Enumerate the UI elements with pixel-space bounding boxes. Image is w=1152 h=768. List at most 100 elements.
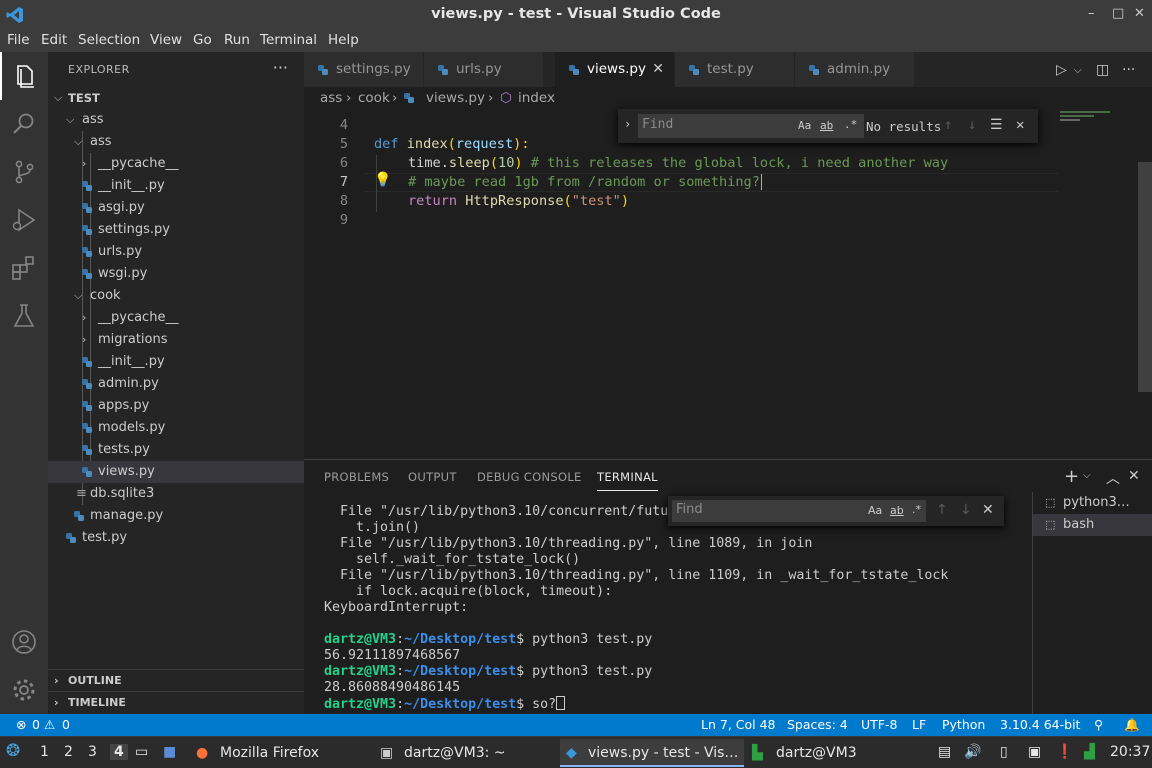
folder-root[interactable]: ⌵ TEST	[48, 87, 304, 109]
clock[interactable]: 20:37	[1110, 744, 1150, 760]
breadcrumb-file[interactable]: views.py	[426, 90, 485, 106]
close-find-icon[interactable]: ✕	[1016, 117, 1024, 133]
tree-folder-pycache[interactable]: › __pycache__	[48, 307, 304, 329]
workspace-2[interactable]: 2	[64, 744, 73, 760]
python-interpreter[interactable]: 3.10.4 64-bit	[1000, 717, 1080, 732]
menu-run[interactable]: Run	[224, 32, 250, 48]
arrow-down-icon[interactable]: ↓	[960, 502, 972, 518]
start-menu-icon[interactable]: ❂	[6, 741, 20, 761]
cpu-graph-icon[interactable]: ▟	[1084, 744, 1095, 760]
minimize-button[interactable]: –	[1088, 6, 1095, 21]
chevron-down-icon[interactable]: ⌵	[1083, 470, 1091, 481]
menu-file[interactable]: File	[7, 32, 30, 48]
menu-terminal[interactable]: Terminal	[260, 32, 317, 48]
tree-file-manage[interactable]: manage.py	[48, 505, 304, 527]
tree-file-asgi[interactable]: asgi.py	[48, 197, 304, 219]
tree-file-urls[interactable]: urls.py	[48, 241, 304, 263]
settings-gear-icon[interactable]	[10, 676, 38, 704]
explorer-more-button[interactable]: ···	[273, 58, 288, 77]
terminal-output[interactable]: File "/usr/lib/python3.10/concurrent/fut…	[324, 504, 1024, 713]
tree-folder-ass-inner[interactable]: ⌵ ass	[48, 131, 304, 153]
tab-admin[interactable]: admin.py	[795, 52, 915, 87]
arrow-down-icon[interactable]: ↓	[968, 117, 976, 133]
source-control-icon[interactable]	[10, 158, 38, 186]
file-manager-icon[interactable]: ▭	[135, 744, 148, 760]
task-vscode[interactable]: ◆ views.py - test - Vis…	[560, 739, 744, 767]
tree-file-views[interactable]: views.py	[48, 461, 304, 483]
line-ending[interactable]: LF	[912, 717, 926, 732]
desktop-icon[interactable]: ■	[163, 744, 176, 760]
more-actions-icon[interactable]: ···	[1122, 62, 1135, 78]
menu-help[interactable]: Help	[328, 32, 359, 48]
arrow-up-icon[interactable]: ↑	[936, 502, 948, 518]
menu-go[interactable]: Go	[193, 32, 212, 48]
maximize-button[interactable]: □	[1112, 6, 1124, 21]
tab-terminal[interactable]: TERMINAL	[597, 470, 658, 491]
tree-folder-cook[interactable]: ⌵ cook	[48, 285, 304, 307]
task-terminal[interactable]: ▣ dartz@VM3: ~	[376, 739, 506, 767]
arrow-up-icon[interactable]: ↑	[944, 117, 952, 133]
lightbulb-icon[interactable]: 💡	[374, 172, 391, 188]
match-word-button[interactable]: ab	[890, 504, 904, 517]
find-input[interactable]: Find Aa ab .*	[638, 114, 864, 138]
error-icon[interactable]: ⊗	[16, 717, 26, 732]
tab-output[interactable]: OUTPUT	[408, 470, 457, 484]
encoding[interactable]: UTF-8	[861, 717, 897, 732]
tab-views[interactable]: views.py ✕	[555, 52, 675, 87]
find-in-selection-icon[interactable]: ☰	[990, 117, 1003, 133]
update-icon[interactable]: ❗	[1056, 744, 1073, 760]
feedback-icon[interactable]: ⚲	[1094, 717, 1103, 732]
tree-folder-migrations[interactable]: › migrations	[48, 329, 304, 351]
run-file-icon[interactable]: ▷	[1056, 62, 1067, 78]
breadcrumb-ass[interactable]: ass	[320, 90, 342, 106]
close-find-icon[interactable]: ✕	[982, 502, 994, 518]
breadcrumb-cook[interactable]: cook	[358, 90, 390, 106]
error-count[interactable]: 0	[32, 717, 40, 732]
regex-button[interactable]: .*	[912, 503, 921, 516]
tree-file-admin[interactable]: admin.py	[48, 373, 304, 395]
split-editor-icon[interactable]: ◫	[1096, 62, 1109, 78]
regex-button[interactable]: .*	[844, 118, 857, 131]
terminal-item-python[interactable]: ⬚ python3…	[1033, 492, 1152, 514]
terminal-find-input[interactable]: Find Aa ab .*	[672, 500, 926, 522]
tree-folder-ass[interactable]: ⌵ ass	[48, 109, 304, 131]
code-editor[interactable]: 4 5 6 7 8 9 💡 def index(request): time.s…	[304, 109, 1152, 459]
toggle-replace-icon[interactable]: ›	[624, 117, 631, 131]
editor-scrollbar[interactable]	[1138, 162, 1152, 392]
tree-file-wsgi[interactable]: wsgi.py	[48, 263, 304, 285]
indentation[interactable]: Spaces: 4	[787, 717, 848, 732]
account-icon[interactable]	[10, 628, 38, 656]
run-debug-icon[interactable]	[10, 206, 38, 234]
workspace-1[interactable]: 1	[40, 744, 49, 760]
terminal-item-bash[interactable]: ⬚ bash	[1033, 514, 1152, 536]
extensions-icon[interactable]	[10, 254, 38, 282]
network-icon[interactable]: ▣	[1028, 744, 1041, 760]
tree-file-settings[interactable]: settings.py	[48, 219, 304, 241]
match-case-button[interactable]: Aa	[798, 119, 811, 132]
timeline-section[interactable]: › TIMELINE	[48, 691, 304, 713]
tree-file-models[interactable]: models.py	[48, 417, 304, 439]
close-window-button[interactable]: ✕	[1134, 6, 1145, 21]
chevron-down-icon[interactable]: ⌵	[1074, 65, 1082, 76]
volume-icon[interactable]: 🔊	[964, 744, 981, 760]
tab-problems[interactable]: PROBLEMS	[324, 470, 389, 484]
breadcrumb-symbol[interactable]: index	[518, 90, 555, 106]
tree-file-tests[interactable]: tests.py	[48, 439, 304, 461]
minimap[interactable]	[1056, 109, 1138, 459]
cursor-position[interactable]: Ln 7, Col 48	[701, 717, 776, 732]
tree-file-init[interactable]: __init__.py	[48, 351, 304, 373]
tab-debug-console[interactable]: DEBUG CONSOLE	[477, 470, 582, 484]
chevron-up-icon[interactable]: ︿	[1106, 468, 1120, 488]
workspace-3[interactable]: 3	[88, 744, 97, 760]
files-icon[interactable]	[10, 62, 38, 90]
match-case-button[interactable]: Aa	[868, 504, 882, 517]
menu-view[interactable]: View	[150, 32, 182, 48]
notes-icon[interactable]: ▯	[1000, 744, 1008, 760]
match-word-button[interactable]: ab	[820, 119, 833, 132]
testing-icon[interactable]	[10, 302, 38, 330]
language-mode[interactable]: Python	[942, 717, 985, 732]
new-terminal-icon[interactable]: +	[1064, 466, 1079, 487]
task-terminal-2[interactable]: ▙ dartz@VM3	[748, 739, 857, 767]
search-icon[interactable]	[10, 110, 38, 138]
clipboard-icon[interactable]: ▤	[938, 744, 951, 760]
